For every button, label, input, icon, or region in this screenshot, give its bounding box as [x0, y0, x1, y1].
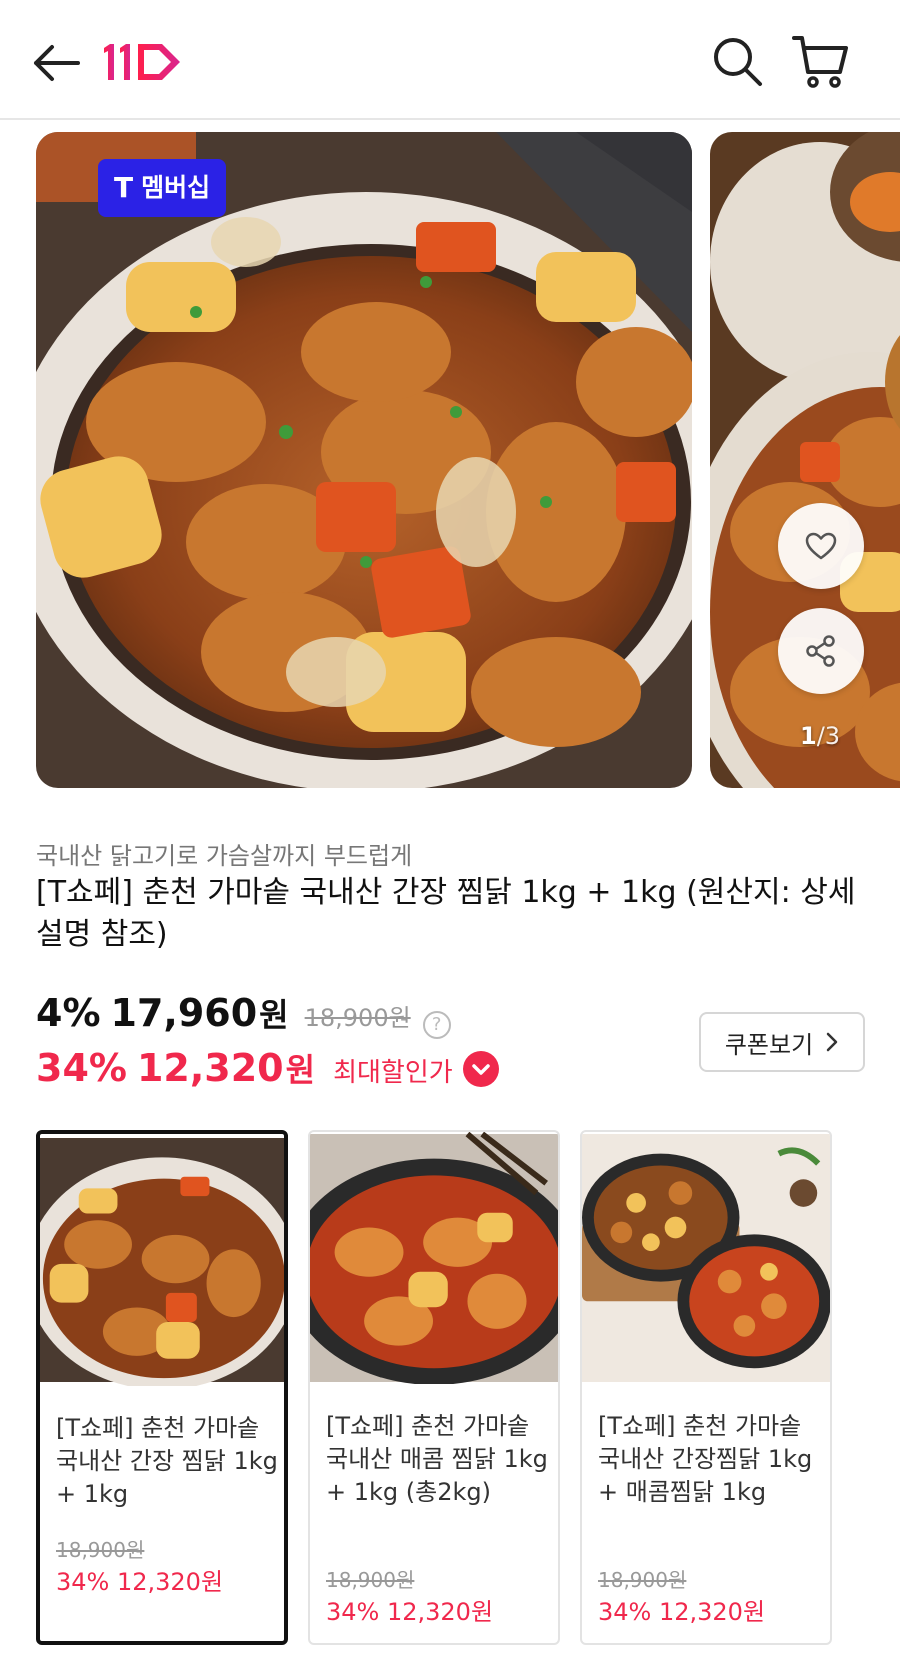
search-button[interactable] [708, 32, 768, 92]
option-card[interactable]: [T쇼페] 춘천 가마솥 국내산 매콤 찜닭 1kg + 1kg (총2kg) … [308, 1130, 560, 1645]
option-title: [T쇼페] 춘천 가마솥 국내산 매콤 찜닭 1kg + 1kg (총2kg) [326, 1412, 548, 1506]
heart-icon [805, 532, 837, 560]
cart-button[interactable] [790, 30, 852, 92]
coupon-view-button[interactable]: 쿠폰보기 [699, 1012, 865, 1072]
option-thumbnail [310, 1132, 558, 1384]
search-icon [714, 38, 762, 86]
discount-rate: 4% [36, 991, 101, 1035]
option-card[interactable]: [T쇼페] 춘천 가마솥 국내산 간장 찜닭 1kg + 1kg 18,900원… [36, 1130, 288, 1645]
cart-icon [792, 36, 848, 88]
option-title: [T쇼페] 춘천 가마솥 국내산 간장찜닭 1kg + 매콤찜닭 1kg [598, 1412, 813, 1506]
option-thumbnail [40, 1138, 284, 1386]
11st-logo[interactable] [100, 36, 186, 88]
option-price: 34% 12,320원 [56, 1568, 224, 1596]
image-counter-separator: / [816, 722, 825, 750]
sale-price: 17,960 [110, 991, 258, 1035]
option-original-price: 18,900원 [598, 1568, 687, 1592]
price-row: 4% 17,960 원 18,900원 ? [36, 990, 451, 1039]
option-card[interactable]: [T쇼페] 춘천 가마솥 국내산 간장찜닭 1kg + 매콤찜닭 1kg 18,… [580, 1130, 832, 1645]
top-header [0, 0, 900, 120]
t-membership-badge: T 멤버십 [98, 159, 227, 217]
t-badge-label: 멤버십 [141, 173, 211, 202]
help-icon[interactable]: ? [422, 1011, 451, 1039]
sale-price-unit: 원 [259, 996, 289, 1034]
option-thumbnail [582, 1134, 830, 1382]
chevron-right-icon [826, 1032, 838, 1052]
image-counter-current: 1 [800, 722, 817, 750]
max-discount-price-unit: 원 [285, 1051, 316, 1089]
max-discount-price-row[interactable]: 34% 12,320 원 최대할인가 [36, 1045, 499, 1091]
product-image-carousel[interactable]: T 멤버십 1/3 [0, 130, 900, 790]
share-button[interactable] [778, 608, 864, 694]
product-title: [T쇼페] 춘천 가마솥 국내산 간장 찜닭 1kg + 1kg (원산지: 상… [36, 875, 856, 952]
coupon-view-label: 쿠폰보기 [724, 1030, 814, 1059]
option-price: 34% 12,320원 [598, 1598, 766, 1626]
11st-logo-mark [104, 44, 180, 80]
image-counter: 1/3 [800, 722, 840, 750]
share-icon [806, 635, 835, 667]
image-counter-total: 3 [824, 722, 841, 750]
jjimdak-photo [36, 132, 692, 788]
wishlist-button[interactable] [778, 503, 864, 589]
max-discount-price: 12,320 [136, 1046, 284, 1090]
chevron-down-icon[interactable] [462, 1051, 499, 1087]
chevron-down-glyph [471, 1064, 490, 1075]
back-arrow-icon [34, 45, 80, 81]
product-subtitle: 국내산 닭고기로 가슴살까지 부드럽게 [36, 842, 413, 870]
t-badge-letter: T [114, 171, 134, 204]
max-discount-label: 최대할인가 [333, 1058, 453, 1088]
option-original-price: 18,900원 [56, 1538, 145, 1562]
back-button[interactable] [28, 38, 84, 88]
option-original-price: 18,900원 [326, 1568, 415, 1592]
option-price: 34% 12,320원 [326, 1598, 494, 1626]
original-price: 18,900원 [304, 1004, 411, 1032]
product-image-main[interactable]: T 멤버십 [36, 132, 692, 788]
max-discount-rate: 34% [36, 1046, 127, 1090]
option-title: [T쇼페] 춘천 가마솥 국내산 간장 찜닭 1kg + 1kg [56, 1414, 278, 1508]
